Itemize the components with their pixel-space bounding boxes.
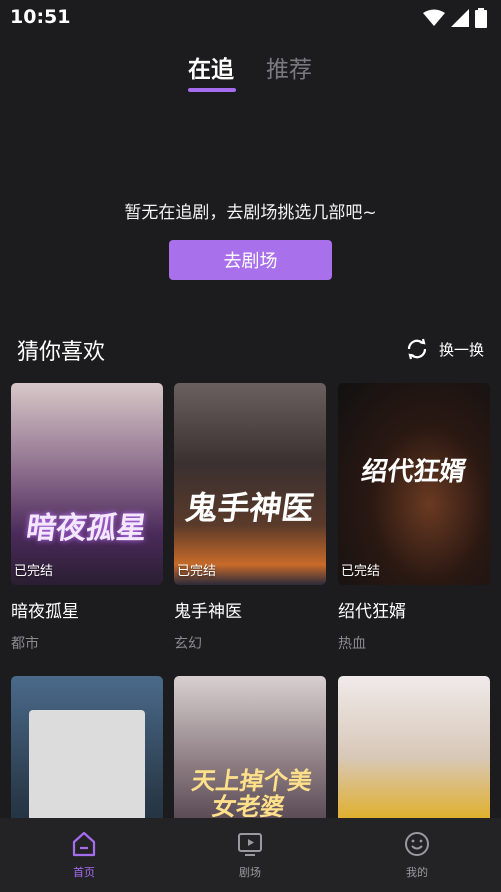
status-time: 10:51	[10, 6, 71, 28]
cover-title-text: 天上掉个美女老婆	[189, 766, 314, 822]
status-bar: 10:51	[0, 0, 501, 34]
section-title: 猜你喜欢	[17, 340, 106, 365]
drama-card[interactable]: 鬼手神医 已完结 鬼手神医 玄幻	[174, 383, 326, 653]
nav-item-home[interactable]: 首页	[44, 830, 124, 880]
drama-cover[interactable]: 暗夜孤星 已完结	[11, 383, 163, 585]
go-theater-button[interactable]: 去剧场	[169, 240, 332, 280]
cover-title-text: 绍代狂婿	[359, 457, 468, 487]
drama-genre: 玄幻	[174, 636, 202, 652]
nav-label-profile: 我的	[406, 866, 428, 879]
drama-title: 绍代狂婿	[338, 602, 406, 622]
wifi-icon	[423, 9, 445, 26]
home-icon	[72, 831, 96, 857]
signal-icon	[451, 9, 469, 27]
refresh-button[interactable]: 换一换	[405, 337, 484, 361]
drama-card[interactable]: 暗夜孤星 已完结 暗夜孤星 都市	[11, 383, 163, 653]
drama-title: 鬼手神医	[174, 602, 242, 622]
bottom-nav: 首页 剧场 我的	[0, 818, 501, 892]
drama-card[interactable]: 绍代狂婿 已完结 绍代狂婿 热血	[338, 383, 490, 653]
refresh-icon	[407, 338, 427, 360]
drama-genre: 都市	[11, 636, 39, 652]
tab-following[interactable]: 在追	[188, 50, 234, 84]
refresh-label: 换一换	[438, 340, 484, 359]
status-icons	[423, 8, 487, 28]
status-badge: 已完结	[177, 564, 217, 579]
drama-title: 暗夜孤星	[11, 602, 79, 622]
status-badge: 已完结	[14, 564, 54, 579]
battery-icon	[475, 8, 487, 28]
play-screen-icon	[238, 833, 262, 856]
status-badge: 已完结	[341, 564, 381, 579]
top-tabs: 在追 推荐	[0, 50, 501, 100]
nav-item-theater[interactable]: 剧场	[210, 830, 290, 880]
nav-item-profile[interactable]: 我的	[377, 830, 457, 880]
drama-cover[interactable]: 鬼手神医 已完结	[174, 383, 326, 585]
cover-title-text: 暗夜孤星	[24, 511, 149, 546]
empty-state-message: 暂无在追剧，去剧场挑选几部吧~	[124, 203, 377, 223]
smile-face-icon	[405, 832, 429, 856]
drama-genre: 热血	[338, 636, 366, 652]
tab-indicator	[188, 88, 236, 92]
drama-cover[interactable]: 绍代狂婿 已完结	[338, 383, 490, 585]
nav-label-home: 首页	[73, 866, 95, 879]
nav-label-theater: 剧场	[239, 866, 261, 879]
cover-title-text: 鬼手神医	[183, 489, 317, 527]
tab-recommend[interactable]: 推荐	[266, 50, 312, 84]
